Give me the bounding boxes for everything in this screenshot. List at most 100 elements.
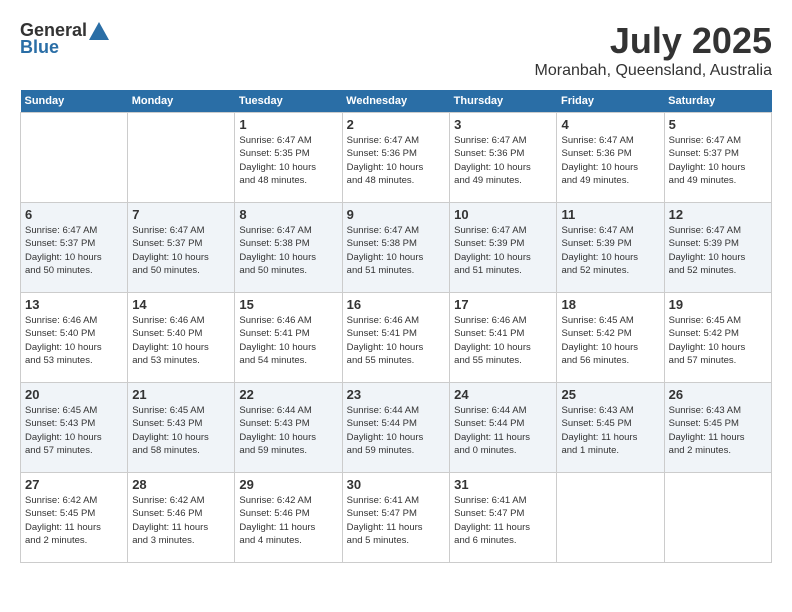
day-info: Sunrise: 6:46 AM Sunset: 5:40 PM Dayligh… [132,314,230,367]
day-number: 10 [454,207,552,222]
day-info: Sunrise: 6:42 AM Sunset: 5:45 PM Dayligh… [25,494,123,547]
day-number: 11 [561,207,659,222]
day-info: Sunrise: 6:47 AM Sunset: 5:39 PM Dayligh… [561,224,659,277]
day-info: Sunrise: 6:46 AM Sunset: 5:41 PM Dayligh… [347,314,445,367]
calendar-cell: 21 Sunrise: 6:45 AM Sunset: 5:43 PM Dayli… [128,383,235,473]
day-number: 31 [454,477,552,492]
calendar-cell: 24 Sunrise: 6:44 AM Sunset: 5:44 PM Dayli… [450,383,557,473]
calendar-cell: 14 Sunrise: 6:46 AM Sunset: 5:40 PM Dayli… [128,293,235,383]
calendar-table: SundayMondayTuesdayWednesdayThursdayFrid… [20,90,772,563]
day-info: Sunrise: 6:47 AM Sunset: 5:36 PM Dayligh… [347,134,445,187]
day-number: 23 [347,387,445,402]
page-header: General Blue July 2025 Moranbah, Queensl… [20,20,772,80]
calendar-cell: 19 Sunrise: 6:45 AM Sunset: 5:42 PM Dayli… [664,293,771,383]
calendar-cell: 8 Sunrise: 6:47 AM Sunset: 5:38 PM Daylig… [235,203,342,293]
calendar-cell: 4 Sunrise: 6:47 AM Sunset: 5:36 PM Daylig… [557,113,664,203]
calendar-cell: 9Sunrise: 6:47 AM Sunset: 5:38 PM Daylig… [342,203,449,293]
day-info: Sunrise: 6:47 AM Sunset: 5:37 PM Dayligh… [669,134,767,187]
day-number: 6 [25,207,123,222]
calendar-cell: 7 Sunrise: 6:47 AM Sunset: 5:37 PM Daylig… [128,203,235,293]
calendar-cell: 22 Sunrise: 6:44 AM Sunset: 5:43 PM Dayli… [235,383,342,473]
calendar-cell: 30Sunrise: 6:41 AM Sunset: 5:47 PM Dayli… [342,473,449,563]
day-number: 17 [454,297,552,312]
day-info: Sunrise: 6:47 AM Sunset: 5:35 PM Dayligh… [239,134,337,187]
calendar-cell: 28Sunrise: 6:42 AM Sunset: 5:46 PM Dayli… [128,473,235,563]
day-info: Sunrise: 6:46 AM Sunset: 5:41 PM Dayligh… [239,314,337,367]
weekday-header-saturday: Saturday [664,90,771,113]
day-info: Sunrise: 6:41 AM Sunset: 5:47 PM Dayligh… [454,494,552,547]
day-info: Sunrise: 6:47 AM Sunset: 5:37 PM Dayligh… [132,224,230,277]
day-number: 1 [239,117,337,132]
calendar-week-row: 13 Sunrise: 6:46 AM Sunset: 5:40 PM Dayli… [21,293,772,383]
day-info: Sunrise: 6:46 AM Sunset: 5:41 PM Dayligh… [454,314,552,367]
day-info: Sunrise: 6:45 AM Sunset: 5:42 PM Dayligh… [669,314,767,367]
calendar-cell: 15 Sunrise: 6:46 AM Sunset: 5:41 PM Dayli… [235,293,342,383]
day-info: Sunrise: 6:45 AM Sunset: 5:42 PM Dayligh… [561,314,659,367]
day-number: 26 [669,387,767,402]
calendar-week-row: 6 Sunrise: 6:47 AM Sunset: 5:37 PM Daylig… [21,203,772,293]
calendar-cell: 25 Sunrise: 6:43 AM Sunset: 5:45 PM Dayli… [557,383,664,473]
calendar-cell: 2 Sunrise: 6:47 AM Sunset: 5:36 PM Daylig… [342,113,449,203]
day-info: Sunrise: 6:47 AM Sunset: 5:39 PM Dayligh… [454,224,552,277]
day-number: 5 [669,117,767,132]
calendar-cell [128,113,235,203]
logo-blue: Blue [20,37,59,58]
logo: General Blue [20,20,109,58]
day-info: Sunrise: 6:42 AM Sunset: 5:46 PM Dayligh… [132,494,230,547]
weekday-header-row: SundayMondayTuesdayWednesdayThursdayFrid… [21,90,772,113]
day-info: Sunrise: 6:44 AM Sunset: 5:44 PM Dayligh… [454,404,552,457]
day-number: 21 [132,387,230,402]
calendar-cell [664,473,771,563]
day-number: 15 [239,297,337,312]
calendar-cell: 16 Sunrise: 6:46 AM Sunset: 5:41 PM Dayli… [342,293,449,383]
day-info: Sunrise: 6:41 AM Sunset: 5:47 PM Dayligh… [347,494,445,547]
day-number: 24 [454,387,552,402]
calendar-week-row: 27 Sunrise: 6:42 AM Sunset: 5:45 PM Dayli… [21,473,772,563]
day-number: 29 [239,477,337,492]
day-number: 18 [561,297,659,312]
calendar-cell: 10 Sunrise: 6:47 AM Sunset: 5:39 PM Dayli… [450,203,557,293]
day-number: 3 [454,117,552,132]
title-area: July 2025 Moranbah, Queensland, Australi… [535,20,772,80]
day-number: 12 [669,207,767,222]
calendar-cell: 17 Sunrise: 6:46 AM Sunset: 5:41 PM Dayli… [450,293,557,383]
calendar-cell: 5 Sunrise: 6:47 AM Sunset: 5:37 PM Daylig… [664,113,771,203]
day-number: 14 [132,297,230,312]
day-number: 8 [239,207,337,222]
weekday-header-thursday: Thursday [450,90,557,113]
weekday-header-sunday: Sunday [21,90,128,113]
calendar-week-row: 20Sunrise: 6:45 AM Sunset: 5:43 PM Dayli… [21,383,772,473]
logo-icon [89,22,109,40]
calendar-cell: 1 Sunrise: 6:47 AM Sunset: 5:35 PM Daylig… [235,113,342,203]
day-number: 25 [561,387,659,402]
calendar-cell: 13Sunrise: 6:46 AM Sunset: 5:40 PM Dayli… [21,293,128,383]
calendar-cell [21,113,128,203]
calendar-cell: 26 Sunrise: 6:43 AM Sunset: 5:45 PM Dayli… [664,383,771,473]
day-number: 22 [239,387,337,402]
weekday-header-wednesday: Wednesday [342,90,449,113]
day-info: Sunrise: 6:44 AM Sunset: 5:43 PM Dayligh… [239,404,337,457]
day-number: 19 [669,297,767,312]
day-info: Sunrise: 6:45 AM Sunset: 5:43 PM Dayligh… [132,404,230,457]
day-info: Sunrise: 6:47 AM Sunset: 5:36 PM Dayligh… [454,134,552,187]
calendar-cell: 11 Sunrise: 6:47 AM Sunset: 5:39 PM Dayli… [557,203,664,293]
day-number: 27 [25,477,123,492]
day-info: Sunrise: 6:43 AM Sunset: 5:45 PM Dayligh… [561,404,659,457]
calendar-cell: 23 Sunrise: 6:44 AM Sunset: 5:44 PM Dayli… [342,383,449,473]
day-info: Sunrise: 6:47 AM Sunset: 5:38 PM Dayligh… [347,224,445,277]
day-info: Sunrise: 6:47 AM Sunset: 5:38 PM Dayligh… [239,224,337,277]
day-number: 2 [347,117,445,132]
day-number: 13 [25,297,123,312]
day-info: Sunrise: 6:47 AM Sunset: 5:36 PM Dayligh… [561,134,659,187]
weekday-header-friday: Friday [557,90,664,113]
day-number: 4 [561,117,659,132]
calendar-cell: 31 Sunrise: 6:41 AM Sunset: 5:47 PM Dayli… [450,473,557,563]
day-info: Sunrise: 6:44 AM Sunset: 5:44 PM Dayligh… [347,404,445,457]
day-info: Sunrise: 6:43 AM Sunset: 5:45 PM Dayligh… [669,404,767,457]
calendar-week-row: 1 Sunrise: 6:47 AM Sunset: 5:35 PM Daylig… [21,113,772,203]
day-number: 7 [132,207,230,222]
day-info: Sunrise: 6:42 AM Sunset: 5:46 PM Dayligh… [239,494,337,547]
calendar-cell: 29 Sunrise: 6:42 AM Sunset: 5:46 PM Dayli… [235,473,342,563]
day-number: 16 [347,297,445,312]
calendar-cell [557,473,664,563]
